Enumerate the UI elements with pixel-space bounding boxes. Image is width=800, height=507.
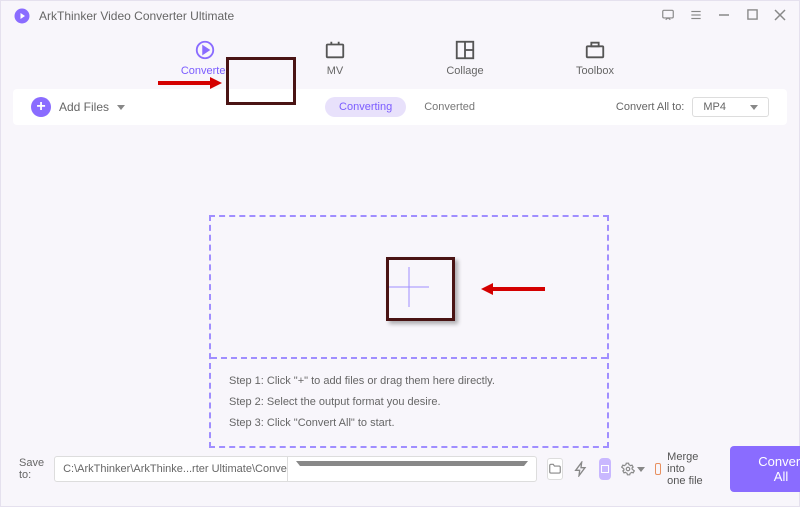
- maximize-button[interactable]: [745, 9, 759, 23]
- hardware-accel-button[interactable]: [573, 458, 589, 480]
- seg-converting[interactable]: Converting: [325, 97, 406, 117]
- tab-collage[interactable]: Collage: [435, 39, 495, 77]
- step3: Step 3: Click "Convert All" to start.: [229, 413, 589, 434]
- tab-mv-label: MV: [327, 65, 344, 77]
- tab-collage-label: Collage: [446, 65, 483, 77]
- close-button[interactable]: [773, 9, 787, 24]
- tab-mv[interactable]: MV: [305, 39, 365, 77]
- save-path-dropdown[interactable]: [287, 457, 536, 481]
- toolbar: + Add Files Converting Converted Convert…: [13, 89, 787, 125]
- output-format-select[interactable]: MP4: [692, 97, 769, 117]
- app-title: ArkThinker Video Converter Ultimate: [39, 9, 234, 23]
- feedback-icon[interactable]: [661, 8, 675, 25]
- tab-toolbox-label: Toolbox: [576, 65, 614, 77]
- save-path-value: C:\ArkThinker\ArkThinke...rter Ultimate\…: [55, 459, 287, 479]
- annotation-box-plus: [386, 257, 455, 321]
- plus-icon: +: [31, 97, 51, 117]
- step2: Step 2: Select the output format you des…: [229, 392, 589, 413]
- annotation-arrow-1: [158, 75, 222, 91]
- seg-converted[interactable]: Converted: [410, 97, 489, 117]
- drop-upper[interactable]: [211, 217, 607, 357]
- add-files-button[interactable]: + Add Files: [31, 97, 125, 117]
- chevron-down-icon: [296, 461, 528, 474]
- merge-checkbox[interactable]: Merge into one file: [655, 451, 704, 487]
- app-logo-icon: [13, 7, 31, 25]
- menu-icon[interactable]: [689, 8, 703, 25]
- dropzone[interactable]: Step 1: Click "+" to add files or drag t…: [209, 215, 609, 448]
- save-to-label: Save to:: [19, 457, 44, 481]
- gpu-button[interactable]: [599, 458, 611, 480]
- steps-text: Step 1: Click "+" to add files or drag t…: [211, 359, 607, 446]
- save-path-box[interactable]: C:\ArkThinker\ArkThinke...rter Ultimate\…: [54, 456, 537, 482]
- annotation-arrow-2: [481, 281, 545, 297]
- convert-all-button[interactable]: Convert All: [730, 446, 800, 492]
- add-files-label: Add Files: [59, 100, 109, 114]
- status-segmented: Converting Converted: [325, 97, 489, 117]
- chevron-down-icon: [750, 105, 758, 110]
- tab-toolbox[interactable]: Toolbox: [565, 39, 625, 77]
- convert-all-to-label: Convert All to:: [616, 101, 684, 113]
- step1: Step 1: Click "+" to add files or drag t…: [229, 371, 589, 392]
- chevron-down-icon: [117, 105, 125, 110]
- settings-button[interactable]: [621, 458, 645, 480]
- output-format-value: MP4: [703, 101, 726, 113]
- minimize-button[interactable]: [717, 9, 731, 24]
- checkbox-icon: [655, 463, 661, 475]
- open-folder-button[interactable]: [547, 458, 563, 480]
- main-area: Step 1: Click "+" to add files or drag t…: [1, 125, 799, 436]
- merge-label: Merge into one file: [667, 451, 704, 487]
- chevron-down-icon: [637, 467, 645, 472]
- main-tabs: Converter MV Collage Toolbox: [1, 31, 799, 89]
- titlebar: ArkThinker Video Converter Ultimate: [1, 1, 799, 31]
- annotation-box-converter: [226, 57, 296, 105]
